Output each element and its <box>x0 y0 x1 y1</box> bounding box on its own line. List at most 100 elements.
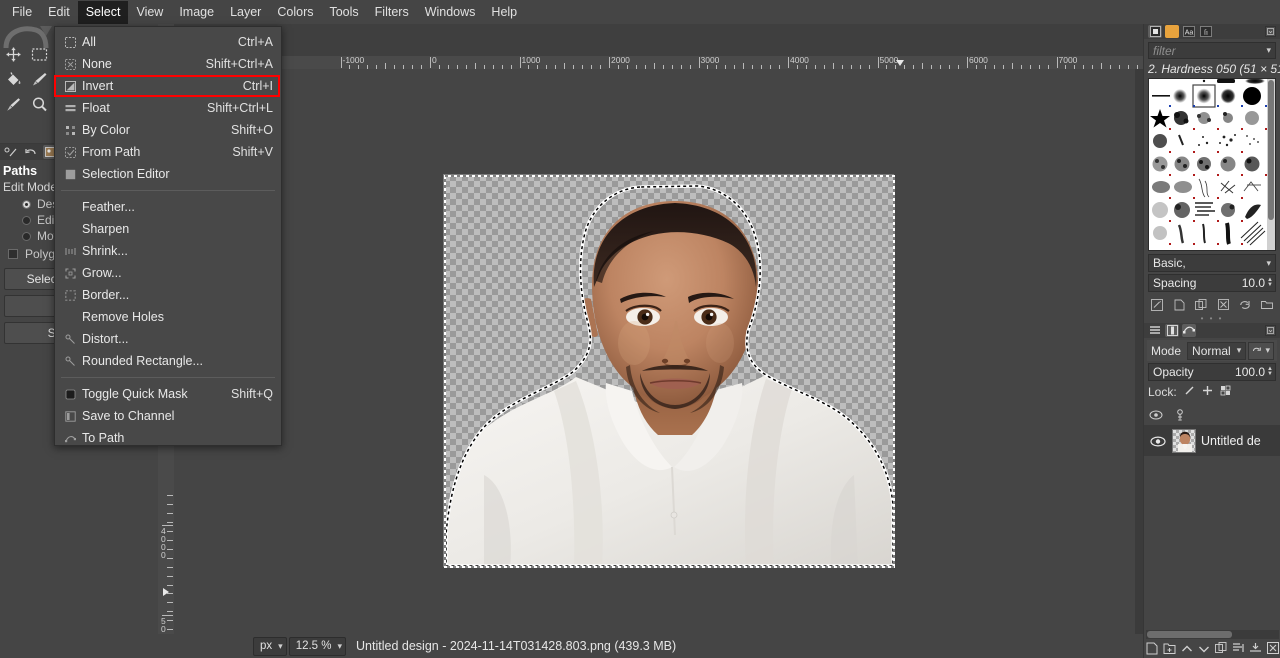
menu-item-border[interactable]: Border... <box>55 284 281 306</box>
menu-filters[interactable]: Filters <box>367 1 417 24</box>
menu-item-toggle-quick-mask[interactable]: Toggle Quick Mask Shift+Q <box>55 383 281 405</box>
menu-view[interactable]: View <box>128 1 171 24</box>
tab-patterns-icon[interactable] <box>1165 25 1179 38</box>
menu-item-all[interactable]: All Ctrl+A <box>55 31 281 53</box>
menu-item-float[interactable]: Float Shift+Ctrl+L <box>55 97 281 119</box>
menu-tools[interactable]: Tools <box>321 1 366 24</box>
menu-item-by-color[interactable]: By Color Shift+O <box>55 119 281 141</box>
brush-filter-input[interactable]: filter ▾ <box>1148 42 1276 59</box>
menu-help[interactable]: Help <box>483 1 525 24</box>
open-brush-folder-icon[interactable] <box>1259 296 1276 313</box>
mode-selector[interactable]: Normal ▾ <box>1187 341 1247 360</box>
brush-grid-scrollbar[interactable] <box>1267 79 1275 250</box>
menu-select[interactable]: Select <box>77 0 129 24</box>
menu-edit[interactable]: Edit <box>40 1 78 24</box>
raise-layer-icon[interactable] <box>1181 643 1193 657</box>
brush-tag-selector[interactable]: Basic, ▾ <box>1148 254 1276 272</box>
duplicate-layer-icon[interactable] <box>1214 642 1227 657</box>
menu-colors[interactable]: Colors <box>269 1 321 24</box>
scrollbar-thumb[interactable] <box>1268 80 1274 220</box>
color-picker-tool[interactable] <box>0 92 26 117</box>
lower-layer-icon[interactable] <box>1198 643 1210 657</box>
new-layer-group-icon[interactable] <box>1163 642 1176 658</box>
menu-item-feather[interactable]: Feather... <box>55 196 281 218</box>
tab-paths-icon[interactable] <box>1182 324 1196 337</box>
quick-mask-icon <box>61 387 79 401</box>
rect-select-tool[interactable] <box>26 42 52 67</box>
delete-layer-icon[interactable] <box>1266 642 1279 657</box>
unit-selector[interactable]: px ▾ <box>253 636 287 656</box>
by-color-icon <box>61 123 79 137</box>
menu-item-to-path[interactable]: To Path <box>55 427 281 449</box>
canvas-viewport[interactable] <box>174 69 1135 642</box>
select-menu-popup[interactable]: All Ctrl+A None Shift+Ctrl+A Invert Ctrl… <box>54 26 282 446</box>
menu-image[interactable]: Image <box>171 1 222 24</box>
menu-item-sharpen[interactable]: Sharpen <box>55 218 281 240</box>
lock-pixels-icon[interactable] <box>1184 385 1195 399</box>
menu-item-remove-holes[interactable]: Remove Holes <box>55 306 281 328</box>
menu-item-label: Shrink... <box>82 244 128 258</box>
spinner-arrows-icon[interactable]: ▲ ▼ <box>1267 277 1273 288</box>
delete-brush-icon[interactable] <box>1215 296 1232 313</box>
chevron-down-icon[interactable]: ▾ <box>1266 45 1271 56</box>
tab-brushes-icon[interactable] <box>1148 25 1162 38</box>
layer-name: Untitled de <box>1201 434 1261 448</box>
layers-scrollbar[interactable] <box>1146 630 1279 639</box>
tab-fonts-icon[interactable]: Aa <box>1182 25 1196 38</box>
dock-menu-button[interactable] <box>1265 26 1276 37</box>
menu-windows[interactable]: Windows <box>417 1 484 24</box>
bucket-fill-tool[interactable] <box>0 67 26 92</box>
menu-item-selection-editor[interactable]: Selection Editor <box>55 163 281 185</box>
spinner-arrows-icon[interactable]: ▲ ▼ <box>1267 366 1273 377</box>
menu-item-save-to-channel[interactable]: Save to Channel <box>55 405 281 427</box>
selected-brush-label: 2. Hardness 050 (51 × 51) <box>1148 62 1280 76</box>
lock-position-icon[interactable] <box>1202 385 1213 399</box>
canvas-area: -1000010002000300040005000600070008000 4… <box>158 24 1143 653</box>
duplicate-brush-icon[interactable] <box>1193 296 1210 313</box>
menubar: File Edit Select View Image Layer Colors… <box>0 0 1280 24</box>
tab-layers-icon[interactable] <box>1148 324 1162 337</box>
image-canvas[interactable] <box>443 174 895 568</box>
brush-grid[interactable] <box>1148 78 1276 251</box>
ruler-minor-tick <box>167 539 173 541</box>
menu-item-grow[interactable]: Grow... <box>55 262 281 284</box>
menu-item-label: Sharpen <box>82 222 130 236</box>
menu-item-invert[interactable]: Invert Ctrl+I <box>54 75 281 97</box>
tab-undo-history-icon[interactable] <box>23 145 38 159</box>
zoom-tool[interactable] <box>26 92 52 117</box>
opacity-field[interactable]: Opacity 100.0 ▲ ▼ <box>1148 363 1276 381</box>
menu-item-rounded-rectangle[interactable]: Rounded Rectangle... <box>55 350 281 372</box>
tab-brushes-icon[interactable] <box>3 145 18 159</box>
horizontal-ruler[interactable]: -1000010002000300040005000600070008000 <box>174 56 1143 69</box>
layers-dock-menu-button[interactable] <box>1265 325 1276 336</box>
layer-visibility-icon[interactable] <box>1144 435 1172 447</box>
menu-item-from-path[interactable]: From Path Shift+V <box>55 141 281 163</box>
edit-brush-icon[interactable] <box>1149 296 1166 313</box>
paintbrush-tool[interactable] <box>26 67 52 92</box>
ruler-minor-tick <box>167 629 173 631</box>
vertical-scrollbar[interactable] <box>1135 69 1143 642</box>
dock-grip[interactable]: • • • <box>1144 315 1280 323</box>
layer-blend-options[interactable]: ▾ <box>1248 341 1274 360</box>
menu-item-shrink[interactable]: Shrink... <box>55 240 281 262</box>
tab-channels-icon[interactable] <box>1165 324 1179 337</box>
menu-file[interactable]: File <box>4 1 40 24</box>
spacing-field[interactable]: Spacing 10.0 ▲ ▼ <box>1148 274 1276 292</box>
menu-item-distort[interactable]: Distort... <box>55 328 281 350</box>
refresh-brushes-icon[interactable] <box>1237 296 1254 313</box>
zoom-selector[interactable]: 12.5 % ▾ <box>288 636 347 656</box>
new-brush-icon[interactable] <box>1171 296 1188 313</box>
unit-value: px <box>260 640 273 652</box>
tab-gradients-icon[interactable]: ſı <box>1199 25 1213 38</box>
anchor-layer-icon[interactable] <box>1232 642 1244 657</box>
portrait-photo <box>444 175 895 568</box>
ruler-label: 5000 <box>161 615 166 634</box>
move-tool[interactable] <box>0 42 26 67</box>
lock-alpha-icon[interactable] <box>1220 385 1231 399</box>
scrollbar-thumb[interactable] <box>1147 631 1232 638</box>
new-layer-icon[interactable] <box>1146 642 1158 658</box>
table-row[interactable]: Untitled de <box>1144 426 1280 456</box>
menu-item-none[interactable]: None Shift+Ctrl+A <box>55 53 281 75</box>
menu-layer[interactable]: Layer <box>222 1 269 24</box>
merge-down-icon[interactable] <box>1249 642 1262 657</box>
